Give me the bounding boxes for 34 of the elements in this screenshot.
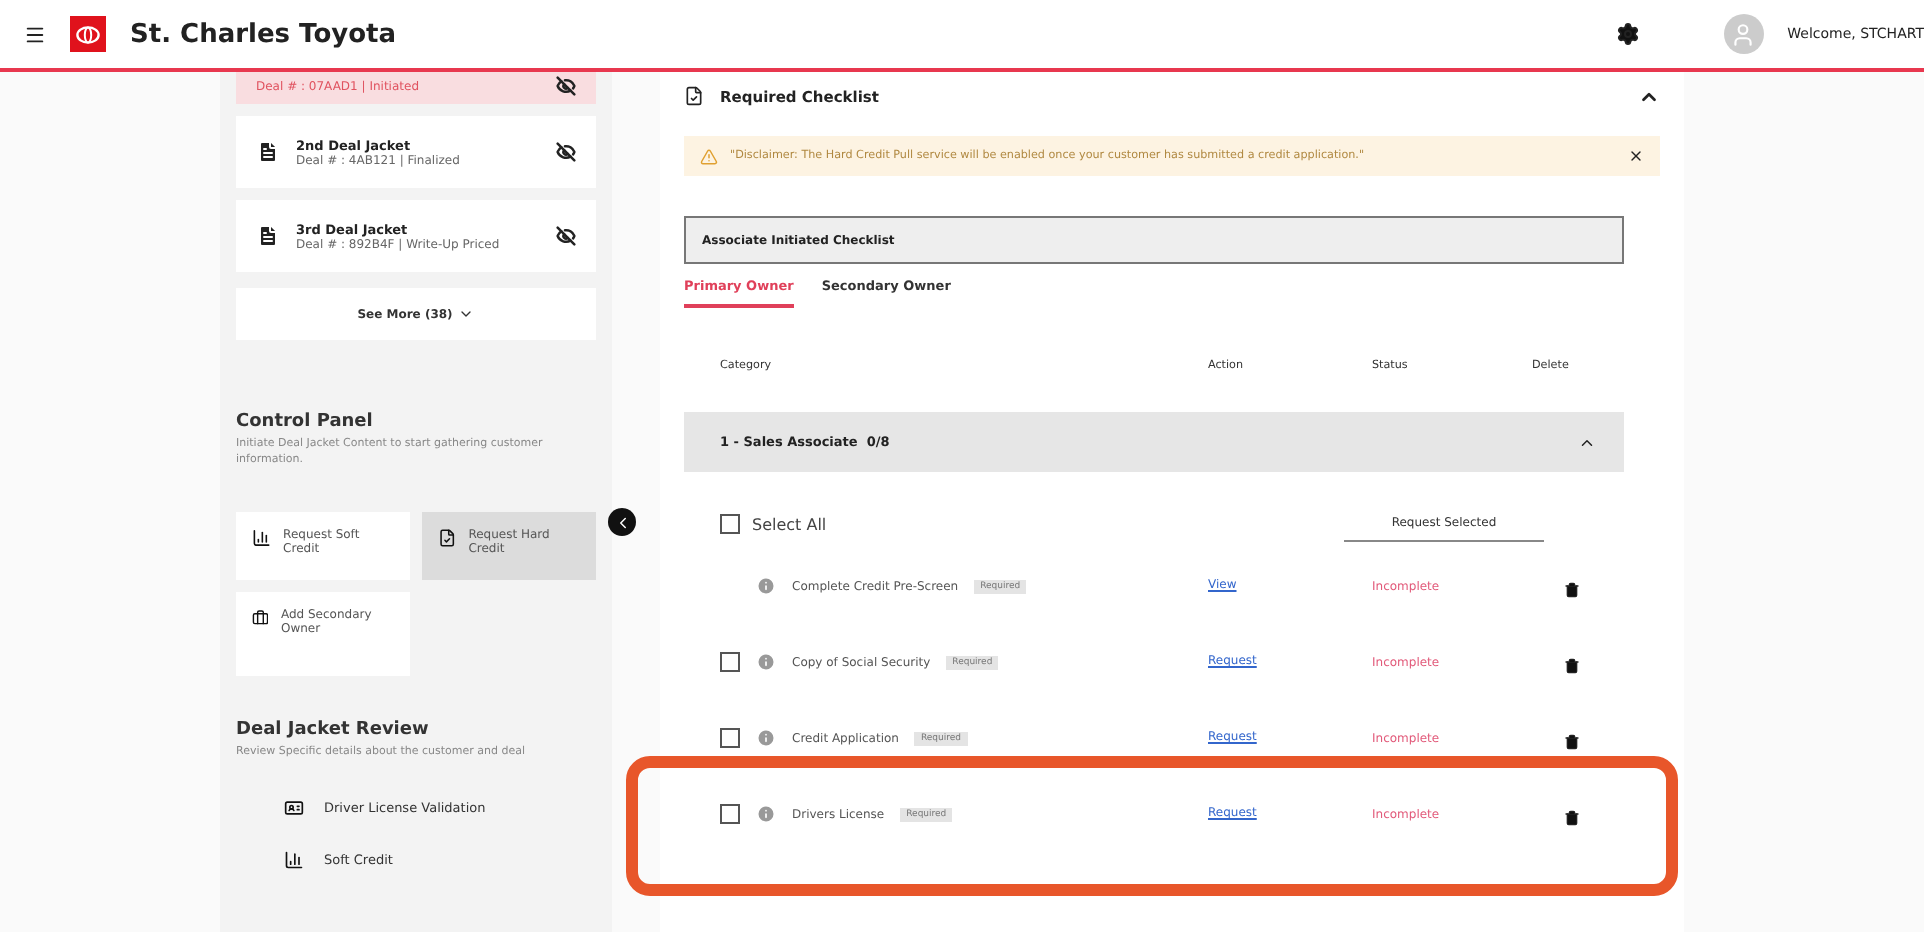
chart-icon [252, 528, 272, 549]
eye-crossed-icon[interactable] [556, 76, 576, 96]
checklist-icon [684, 86, 704, 106]
section-title: Control Panel [236, 412, 375, 432]
delete-icon[interactable] [1564, 733, 1580, 749]
collapse-button[interactable] [608, 508, 636, 536]
info-icon[interactable] [756, 652, 776, 672]
checkbox[interactable] [720, 514, 740, 534]
chart-icon [284, 850, 304, 871]
document-check-icon [438, 528, 457, 549]
briefcase-icon [252, 608, 269, 629]
settings-icon[interactable] [1615, 22, 1640, 46]
checkbox[interactable] [720, 728, 740, 748]
info-icon[interactable] [756, 804, 776, 824]
checkbox[interactable] [720, 652, 740, 672]
id-card-icon [284, 798, 304, 819]
logo-icon [70, 16, 106, 52]
close-icon[interactable] [1628, 148, 1644, 164]
select-all-label: Select All [752, 515, 829, 533]
section-title: Deal Jacket Review [236, 720, 431, 741]
info-icon[interactable] [756, 576, 776, 596]
document-icon [256, 224, 280, 248]
brand-name: St. Charles Toyota [130, 19, 397, 49]
info-icon[interactable] [756, 728, 776, 748]
delete-icon[interactable] [1564, 809, 1580, 825]
eye-crossed-icon[interactable] [556, 142, 576, 162]
menu-icon[interactable] [24, 23, 46, 45]
warning-icon [700, 147, 718, 165]
document-icon [256, 140, 280, 164]
eye-crossed-icon[interactable] [556, 226, 576, 246]
delete-icon[interactable] [1564, 657, 1580, 673]
chevron-down-icon [458, 306, 475, 322]
checkbox[interactable] [720, 804, 740, 824]
delete-icon[interactable] [1564, 581, 1580, 597]
